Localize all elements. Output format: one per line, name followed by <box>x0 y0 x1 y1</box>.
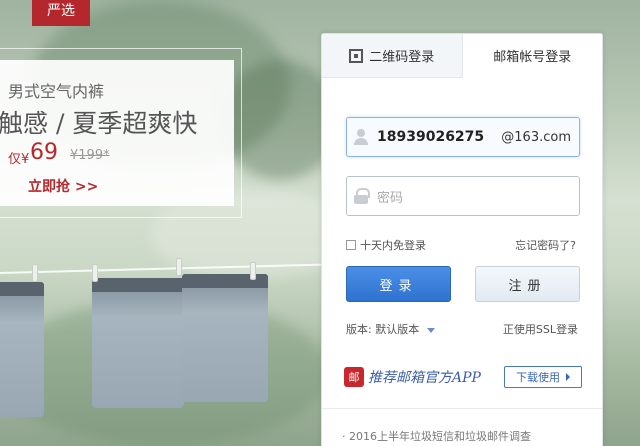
mail-app-logo: 邮 <box>344 367 364 387</box>
login-tabs: 二维码登录 邮箱帐号登录 <box>322 34 602 78</box>
download-label: 下载使用 <box>516 371 560 384</box>
login-panel: 二维码登录 邮箱帐号登录 18939026275 @163.com 密码 十天内… <box>321 33 603 446</box>
login-button[interactable]: 登录 <box>346 266 451 302</box>
forgot-password-link[interactable]: 忘记密码了? <box>515 237 576 253</box>
register-button[interactable]: 注册 <box>475 266 580 302</box>
password-field[interactable]: 密码 <box>346 176 580 216</box>
promo-price-prefix: 仅¥ <box>8 152 30 167</box>
clothespin-icon <box>176 258 182 276</box>
divider <box>322 408 602 409</box>
remember-label: 十天内免登录 <box>360 239 426 252</box>
garment-image <box>92 278 184 408</box>
chevron-down-icon[interactable] <box>426 327 435 333</box>
promo-subtitle: 男式空气内裤 <box>8 82 105 101</box>
version-label: 版本: <box>346 323 372 336</box>
clothespin-icon <box>250 262 256 280</box>
username-value[interactable]: 18939026275 <box>377 129 501 145</box>
brand-tag[interactable]: 严选 <box>32 0 90 26</box>
promo-card[interactable]: 男式空气内裤 触感 / 夏季超爽快 仅¥ 69 ¥199* 立即抢 >> <box>0 60 234 206</box>
qr-code-icon <box>349 48 364 63</box>
username-field[interactable]: 18939026275 @163.com <box>346 117 580 157</box>
remember-me[interactable]: 十天内免登录 <box>346 237 426 253</box>
ssl-status[interactable]: 正使用SSL登录 <box>503 321 578 337</box>
promo-cta-link[interactable]: 立即抢 >> <box>28 176 98 196</box>
password-placeholder[interactable]: 密码 <box>377 187 579 206</box>
email-domain-suffix: @163.com <box>501 129 571 145</box>
remember-checkbox[interactable] <box>346 240 356 250</box>
app-promo: 邮 推荐邮箱官方APP 下载使用 <box>344 364 582 390</box>
promo-old-price: ¥199* <box>70 148 110 163</box>
tab-email-label: 邮箱帐号登录 <box>493 50 572 65</box>
version-value[interactable]: 默认版本 <box>375 323 419 336</box>
lock-icon <box>353 188 370 204</box>
tab-qr-login[interactable]: 二维码登录 <box>322 34 463 77</box>
tab-email-login[interactable]: 邮箱帐号登录 <box>462 34 602 78</box>
clothespin-icon <box>92 264 98 282</box>
garment-image <box>0 282 44 417</box>
app-promo-text: 推荐邮箱官方APP <box>368 370 481 386</box>
download-app-button[interactable]: 下载使用 <box>504 366 582 388</box>
arrow-right-icon <box>566 373 570 381</box>
promo-headline: 触感 / 夏季超爽快 <box>0 109 198 138</box>
tab-qr-label: 二维码登录 <box>369 50 435 65</box>
version-selector[interactable]: 版本: 默认版本 <box>346 321 435 337</box>
garment-image <box>182 274 268 402</box>
news-link[interactable]: · 2016上半年垃圾短信和垃圾邮件调查 <box>342 428 531 444</box>
promo-price: 69 <box>30 140 58 165</box>
user-icon <box>353 129 369 145</box>
clothespin-icon <box>32 264 38 282</box>
